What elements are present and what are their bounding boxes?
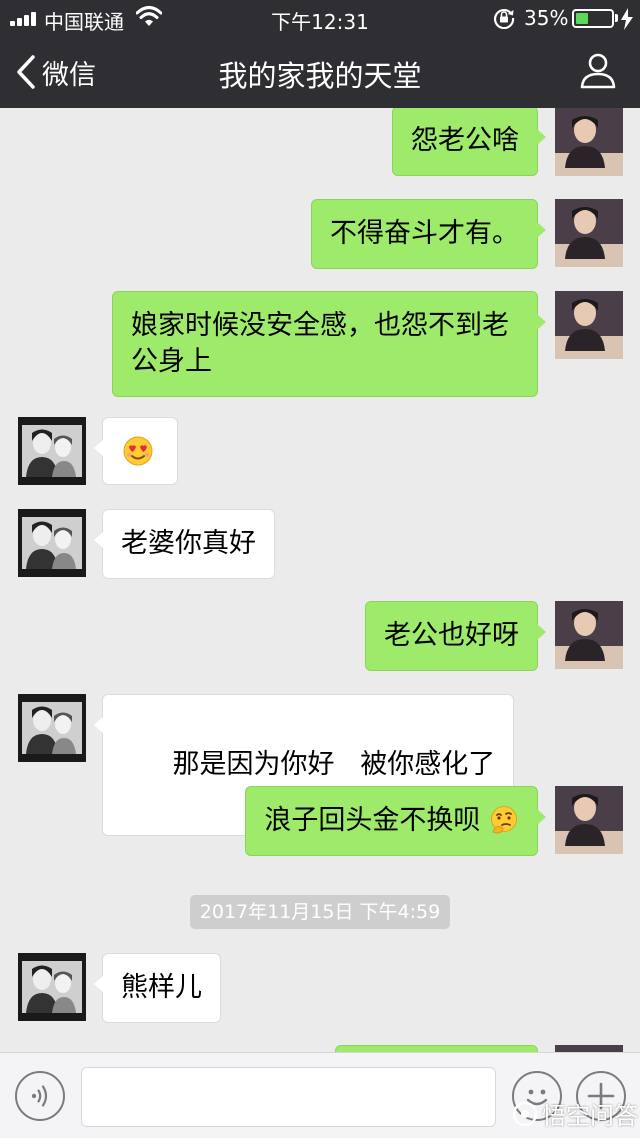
watermark: 悟空问答 — [512, 1096, 638, 1131]
chat-title: 我的家我的天堂 — [218, 59, 422, 93]
battery-icon — [572, 9, 614, 28]
nav-bar: 微信 我的家我的天堂 — [0, 36, 640, 108]
message-bubble-outgoing[interactable] — [335, 1045, 538, 1052]
avatar-photo — [18, 694, 86, 762]
contact-avatar[interactable] — [18, 694, 86, 762]
contact-avatar[interactable] — [18, 953, 86, 1021]
voice-icon — [31, 1085, 48, 1107]
my-avatar[interactable] — [555, 786, 623, 854]
thinking-emoji-icon — [491, 806, 517, 834]
my-avatar[interactable] — [555, 1045, 623, 1052]
contact-avatar[interactable] — [18, 417, 86, 485]
battery-percent: 35% — [524, 6, 569, 30]
avatar-photo — [555, 601, 623, 669]
heart-eyes-emoji-icon — [123, 436, 153, 466]
message-text: 那是因为你好 被你感化了 — [172, 749, 496, 780]
avatar-photo — [555, 291, 623, 359]
contact-avatar[interactable] — [18, 509, 86, 577]
avatar-photo — [555, 108, 623, 176]
message-bubble-outgoing[interactable]: 娘家时候没安全感，也怨不到老公身上 — [112, 291, 546, 397]
avatar-photo — [18, 417, 86, 485]
message-text: 怨老公啥 — [411, 125, 519, 156]
battery-cap — [615, 14, 618, 22]
message-text: 娘家时候没安全感，也怨不到老公身上 — [131, 310, 509, 377]
watermark-text: 悟空问答 — [542, 1102, 638, 1130]
message-text: 不得奋斗才有。 — [330, 218, 519, 249]
message-input[interactable] — [81, 1067, 496, 1127]
message-bubble-outgoing[interactable]: 不得奋斗才有。 — [311, 199, 546, 269]
my-avatar[interactable] — [555, 108, 623, 176]
rotation-lock-icon — [493, 9, 515, 29]
charging-bolt-icon — [621, 8, 633, 30]
my-avatar[interactable] — [555, 199, 623, 267]
avatar-photo — [555, 786, 623, 854]
message-bubble-incoming[interactable]: 熊样儿 — [94, 953, 221, 1023]
my-avatar[interactable] — [555, 601, 623, 669]
chat-area[interactable]: 怨老公啥 不得奋斗才有。 娘家时候没安全感，也怨不到老公身上 老婆你真好 老公也… — [0, 108, 640, 1052]
message-bubble-outgoing[interactable]: 怨老公啥 — [392, 108, 546, 176]
status-bar: 中国联通 下午12:31 35% — [0, 0, 640, 36]
message-bubble-outgoing[interactable]: 老公也好呀 — [365, 601, 546, 671]
message-bubble-outgoing[interactable]: 浪子回头金不换呗 — [245, 786, 546, 856]
message-text: 熊样儿 — [121, 972, 202, 1003]
avatar-photo — [18, 953, 86, 1021]
message-text: 老婆你真好 — [121, 528, 256, 559]
battery-level-fill — [576, 13, 588, 24]
avatar-photo — [18, 509, 86, 577]
message-text: 浪子回头金不换呗 — [264, 805, 481, 836]
wukong-logo-icon — [512, 1101, 538, 1126]
voice-button[interactable] — [15, 1071, 65, 1121]
timestamp-label: 2017年11月15日 下午4:59 — [190, 895, 450, 929]
message-bubble-incoming[interactable]: 老婆你真好 — [94, 509, 275, 579]
avatar-photo — [555, 1045, 623, 1052]
message-text: 老公也好呀 — [384, 620, 519, 651]
avatar-photo — [555, 199, 623, 267]
profile-icon[interactable] — [578, 50, 618, 90]
message-bubble-incoming[interactable] — [94, 417, 178, 485]
my-avatar[interactable] — [555, 291, 623, 359]
top-bar: 中国联通 下午12:31 35% 微信 我的家我的天堂 — [0, 0, 640, 108]
